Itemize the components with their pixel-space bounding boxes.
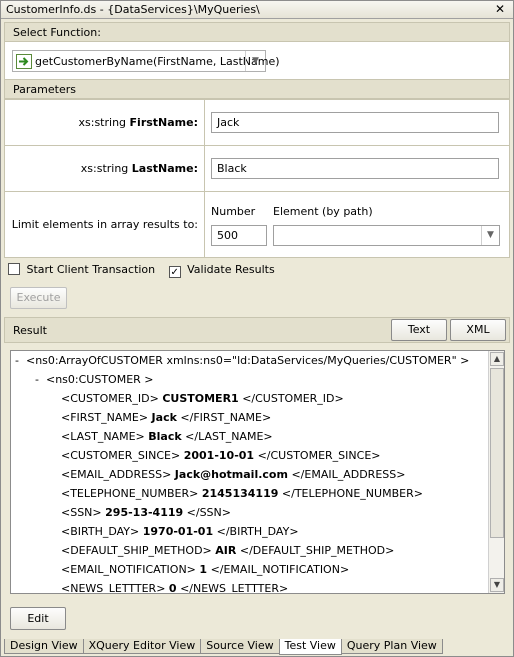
firstname-input[interactable]: Jack <box>211 112 499 133</box>
number-input[interactable]: 500 <box>211 225 267 246</box>
param-type: xs:string <box>80 162 129 175</box>
start-client-transaction-checkbox[interactable] <box>8 263 20 275</box>
xml-line: - <ns0:CUSTOMER > <box>35 373 154 386</box>
scroll-thumb[interactable] <box>490 368 504 538</box>
xml-line: <EMAIL_ADDRESS> Jack@hotmail.com </EMAIL… <box>61 468 406 481</box>
function-row: getCustomerByName(FirstName, LastName) ▼ <box>4 42 510 79</box>
vertical-scrollbar[interactable]: ▲ ▼ <box>488 351 504 593</box>
function-dropdown[interactable]: getCustomerByName(FirstName, LastName) ▼ <box>12 50 280 72</box>
xml-line: - <ns0:ArrayOfCUSTOMER xmlns:ns0="ld:Dat… <box>15 354 470 367</box>
chevron-down-icon[interactable]: ▼ <box>481 226 499 245</box>
xml-line: <LAST_NAME> Black </LAST_NAME> <box>61 430 273 443</box>
select-function-label: Select Function: <box>13 26 101 39</box>
function-dropdown-value: getCustomerByName(FirstName, LastName) <box>35 55 280 68</box>
param-name: LastName: <box>131 162 198 175</box>
title-bar: CustomerInfo.ds - {DataServices}\MyQueri… <box>1 1 513 19</box>
xml-button[interactable]: XML <box>450 319 506 341</box>
xml-line: <SSN> 295-13-4119 </SSN> <box>61 506 231 519</box>
window: CustomerInfo.ds - {DataServices}\MyQueri… <box>0 0 514 657</box>
xml-line: <BIRTH_DAY> 1970-01-01 </BIRTH_DAY> <box>61 525 299 538</box>
collapse-toggle[interactable]: - <box>35 373 39 386</box>
parameters-table: xs:string FirstName: Jack xs:string Last… <box>4 99 510 258</box>
xml-line: <FIRST_NAME> Jack </FIRST_NAME> <box>61 411 272 424</box>
edit-button[interactable]: Edit <box>10 607 66 630</box>
start-client-transaction-label: Start Client Transaction <box>26 263 156 276</box>
options-row: Start Client Transaction ✓ Validate Resu… <box>8 263 275 278</box>
result-label: Result <box>13 324 47 337</box>
tab-source-view[interactable]: Source View <box>200 639 280 654</box>
param-label-lastname: xs:string LastName: <box>4 145 205 192</box>
xml-line: <NEWS_LETTTER> 0 </NEWS_LETTTER> <box>61 582 289 594</box>
param-row-firstname: xs:string FirstName: Jack <box>4 99 510 146</box>
limit-row: Limit elements in array results to: Numb… <box>4 191 510 258</box>
scroll-up-icon[interactable]: ▲ <box>490 352 504 366</box>
xml-line: <EMAIL_NOTIFICATION> 1 </EMAIL_NOTIFICAT… <box>61 563 350 576</box>
param-label-firstname: xs:string FirstName: <box>4 99 205 146</box>
tab-test-view[interactable]: Test View <box>278 639 342 655</box>
close-icon[interactable]: ✕ <box>495 2 505 16</box>
collapse-toggle[interactable]: - <box>15 354 19 367</box>
scroll-down-icon[interactable]: ▼ <box>490 578 504 592</box>
function-arrow-icon <box>16 54 32 69</box>
window-title: CustomerInfo.ds - {DataServices}\MyQueri… <box>6 3 260 16</box>
element-path-label: Element (by path) <box>273 205 373 218</box>
number-label: Number <box>211 205 256 218</box>
xml-line: <TELEPHONE_NUMBER> 2145134119 </TELEPHON… <box>61 487 423 500</box>
tab-design-view[interactable]: Design View <box>4 639 84 654</box>
tab-xquery-editor-view[interactable]: XQuery Editor View <box>82 639 202 654</box>
parameters-header: Parameters <box>4 79 510 99</box>
xml-line: <DEFAULT_SHIP_METHOD> AIR </DEFAULT_SHIP… <box>61 544 395 557</box>
text-button[interactable]: Text <box>391 319 447 341</box>
execute-button[interactable]: Execute <box>10 287 67 309</box>
validate-results-checkbox[interactable]: ✓ <box>168 266 181 278</box>
validate-results-label: Validate Results <box>187 263 275 276</box>
element-path-dropdown[interactable]: ▼ <box>273 225 500 246</box>
chevron-down-icon[interactable]: ▼ <box>245 51 265 71</box>
parameters-label: Parameters <box>13 83 76 96</box>
param-row-lastname: xs:string LastName: Black <box>4 145 510 192</box>
xml-line: <CUSTOMER_ID> CUSTOMER1 </CUSTOMER_ID> <box>61 392 344 405</box>
view-tabs: Design View XQuery Editor View Source View… <box>4 639 443 655</box>
lastname-input[interactable]: Black <box>211 158 499 179</box>
xml-line: <CUSTOMER_SINCE> 2001-10-01 </CUSTOMER_S… <box>61 449 381 462</box>
tab-query-plan-view[interactable]: Query Plan View <box>340 639 443 654</box>
param-name: FirstName: <box>129 116 198 129</box>
param-type: xs:string <box>78 116 127 129</box>
select-function-header: Select Function: <box>4 22 510 42</box>
limit-label: Limit elements in array results to: <box>4 191 205 258</box>
result-xml-view[interactable]: - <ns0:ArrayOfCUSTOMER xmlns:ns0="ld:Dat… <box>10 350 505 594</box>
